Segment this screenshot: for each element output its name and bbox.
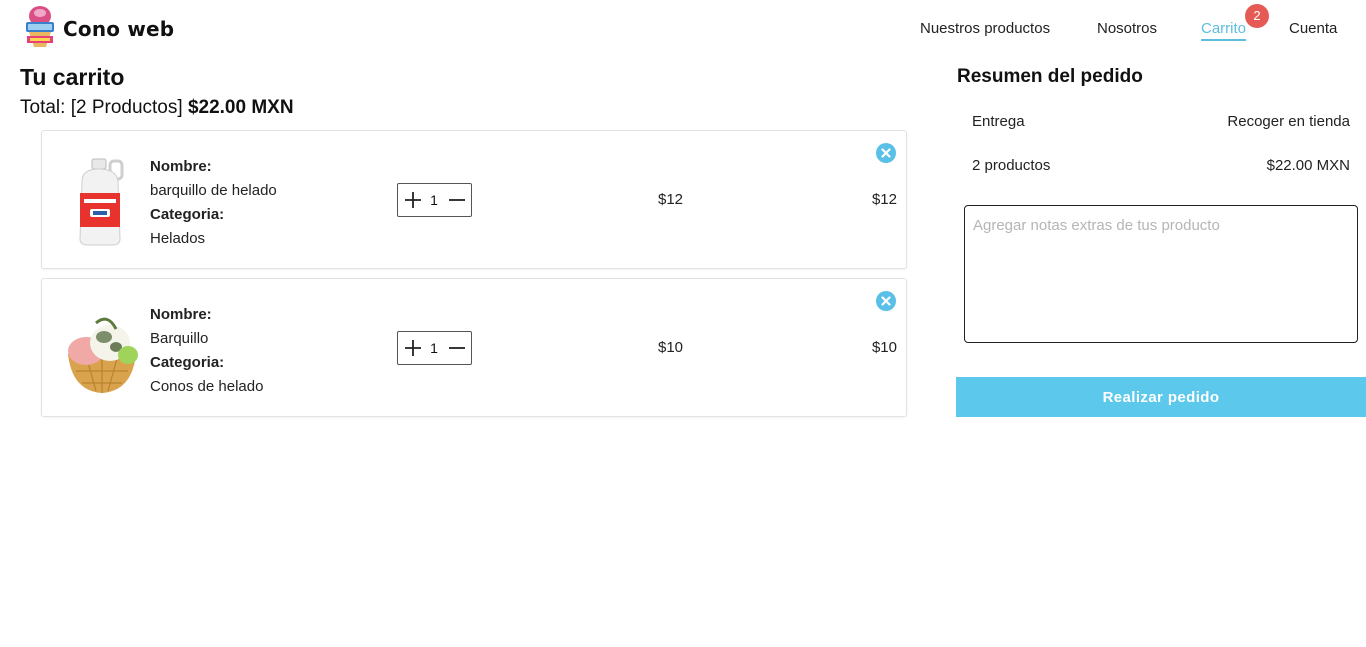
- summary-delivery-row: Entrega Recoger en tienda: [972, 113, 1350, 130]
- cart-total-count: Total: [2 Productos]: [20, 97, 183, 118]
- item-info: Nombre: barquillo de helado Categoria: H…: [150, 155, 277, 251]
- quantity-value: 1: [430, 340, 438, 356]
- plus-icon[interactable]: [404, 339, 422, 357]
- delivery-label: Entrega: [972, 113, 1025, 130]
- quantity-value: 1: [430, 192, 438, 208]
- item-unit-price: $10: [658, 339, 684, 356]
- delivery-value: Recoger en tienda: [1227, 113, 1350, 130]
- header: Cono web Nuestros productos Nosotros Car…: [0, 0, 1366, 58]
- cart-title: Tu carrito: [20, 64, 125, 90]
- item-subtotal: $12: [871, 191, 897, 208]
- plus-icon[interactable]: [404, 191, 422, 209]
- cart-total-amount: $22.00 MXN: [187, 97, 294, 118]
- minus-icon[interactable]: [448, 191, 466, 209]
- quantity-stepper: 1: [397, 331, 472, 365]
- nav-carrito[interactable]: Carrito: [1201, 20, 1247, 41]
- order-notes-field[interactable]: [964, 205, 1358, 343]
- nav-nosotros[interactable]: Nosotros: [1097, 20, 1157, 37]
- remove-icon[interactable]: [876, 291, 896, 311]
- quantity-stepper: 1: [397, 183, 472, 217]
- cone-logo-icon[interactable]: [24, 5, 56, 49]
- item-category: Helados: [150, 230, 206, 247]
- nav-nuestros-productos[interactable]: Nuestros productos: [920, 20, 1050, 37]
- item-name: barquillo de helado: [150, 182, 277, 199]
- cart-total: Total: [2 Productos] $22.00 MXN: [20, 97, 294, 119]
- cart-count-badge: 2: [1245, 4, 1269, 28]
- summary-title: Resumen del pedido: [957, 66, 1143, 87]
- cart-item: Nombre: barquillo de helado Categoria: H…: [41, 130, 907, 269]
- item-name: Barquillo: [150, 330, 209, 347]
- item-unit-price: $12: [658, 191, 684, 208]
- jug-product-image: [79, 158, 124, 246]
- item-subtotal: $10: [871, 339, 897, 356]
- item-name-label: Nombre:: [150, 158, 212, 175]
- minus-icon[interactable]: [448, 339, 466, 357]
- item-category: Conos de helado: [150, 378, 264, 395]
- remove-icon[interactable]: [876, 143, 896, 163]
- item-category-label: Categoria:: [150, 206, 225, 223]
- brand-name[interactable]: Cono web: [63, 17, 174, 41]
- item-category-label: Categoria:: [150, 354, 225, 371]
- products-count-label: 2 productos: [972, 157, 1051, 174]
- nav-cuenta[interactable]: Cuenta: [1289, 20, 1337, 37]
- cart-item: Nombre: Barquillo Categoria: Conos de he…: [41, 278, 907, 417]
- item-info: Nombre: Barquillo Categoria: Conos de he…: [150, 303, 263, 399]
- item-name-label: Nombre:: [150, 306, 212, 323]
- place-order-button[interactable]: Realizar pedido: [956, 377, 1366, 417]
- products-total-value: $22.00 MXN: [1266, 157, 1350, 174]
- ice-cream-cup-image: [68, 317, 138, 393]
- summary-products-row: 2 productos $22.00 MXN: [972, 157, 1350, 174]
